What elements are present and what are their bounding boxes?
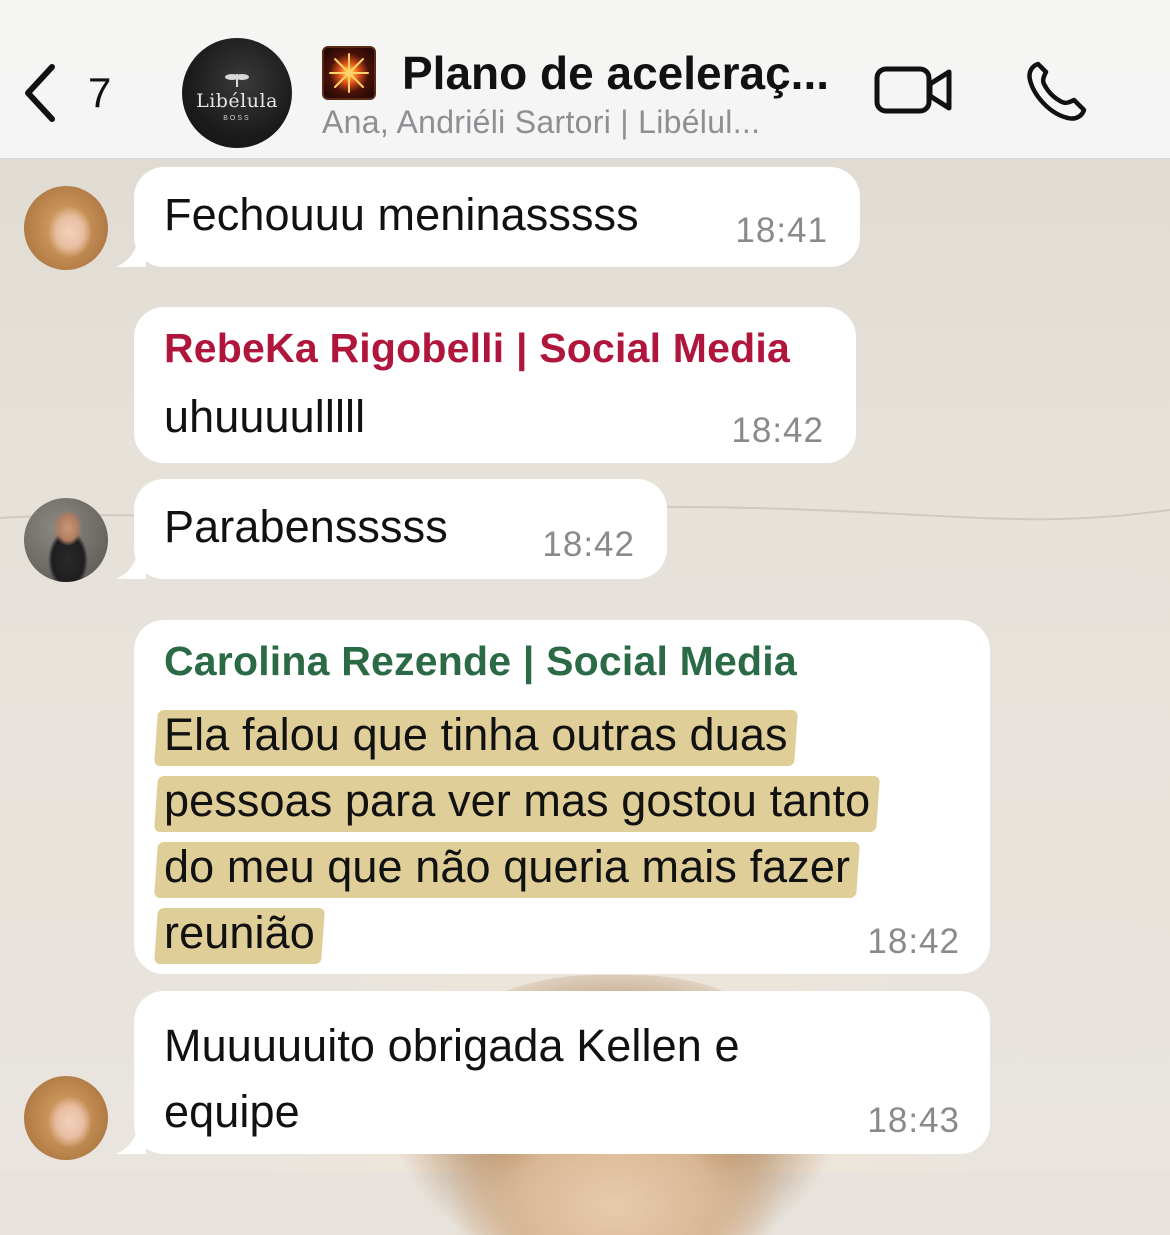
bubble-tail bbox=[116, 543, 146, 579]
bubble-tail bbox=[116, 1118, 146, 1154]
highlighted-line: reunião bbox=[164, 900, 315, 966]
group-members: Ana, Andriéli Sartori | Libélul... bbox=[322, 104, 761, 140]
group-info[interactable]: Plano de aceleraç... Ana, Andriéli Sarto… bbox=[322, 44, 852, 141]
message-bubble[interactable]: Muuuuuito obrigada Kellen e equipe 18:43 bbox=[116, 991, 990, 1154]
message-time: 18:42 bbox=[731, 411, 824, 450]
message-line: equipe bbox=[164, 1086, 300, 1137]
dragonfly-icon bbox=[225, 74, 249, 87]
back-button[interactable]: 7 bbox=[22, 58, 111, 128]
message-time: 18:42 bbox=[867, 922, 960, 961]
message-text: uhuuuulllll bbox=[164, 391, 366, 442]
fireworks-emoji-icon bbox=[322, 46, 376, 100]
video-camera-icon bbox=[874, 66, 952, 114]
message-bubble[interactable]: RebeKa Rigobelli | Social Media uhuuuull… bbox=[134, 307, 856, 463]
group-title: Plano de aceleraç... bbox=[402, 47, 830, 99]
message-text: Ela falou que tinha outras duas pessoas … bbox=[164, 702, 870, 966]
message-bubble[interactable]: Carolina Rezende | Social Media Ela falo… bbox=[134, 620, 990, 974]
sender-avatar[interactable] bbox=[24, 498, 108, 582]
sender-avatar[interactable] bbox=[24, 186, 108, 270]
sender-name: Carolina Rezende | Social Media bbox=[164, 638, 797, 684]
phone-icon bbox=[1027, 61, 1087, 121]
chat-header: 7 Libélula BOSS Plano de aceleraç... Ana… bbox=[0, 0, 1170, 159]
message-text: Fechouuu meninasssss bbox=[164, 189, 639, 240]
bubble-tail bbox=[116, 231, 146, 267]
group-avatar[interactable]: Libélula BOSS bbox=[182, 38, 292, 148]
chevron-left-icon bbox=[25, 64, 55, 122]
message-time: 18:42 bbox=[542, 525, 635, 564]
highlighted-line: do meu que não queria mais fazer bbox=[164, 834, 850, 900]
voice-call-button[interactable] bbox=[1024, 58, 1090, 129]
message-time: 18:43 bbox=[867, 1101, 960, 1140]
message-time: 18:41 bbox=[735, 211, 828, 250]
highlighted-line: Ela falou que tinha outras duas bbox=[164, 702, 788, 768]
unread-count: 7 bbox=[88, 69, 112, 116]
video-call-button[interactable] bbox=[874, 62, 954, 123]
group-avatar-logo-subtext: BOSS bbox=[223, 115, 251, 122]
group-avatar-logo-text: Libélula bbox=[196, 90, 278, 112]
sender-avatar[interactable] bbox=[24, 1076, 108, 1160]
message-bubble[interactable]: Parabensssss 18:42 bbox=[116, 479, 667, 579]
sender-name: RebeKa Rigobelli | Social Media bbox=[164, 325, 790, 371]
message-line: Muuuuuito obrigada Kellen e bbox=[164, 1020, 740, 1071]
message-text: Parabensssss bbox=[164, 501, 448, 552]
message-bubble[interactable]: Fechouuu meninasssss 18:41 bbox=[116, 167, 860, 267]
message-text: Muuuuuito obrigada Kellen e equipe bbox=[164, 1013, 740, 1145]
highlighted-line: pessoas para ver mas gostou tanto bbox=[164, 768, 870, 834]
